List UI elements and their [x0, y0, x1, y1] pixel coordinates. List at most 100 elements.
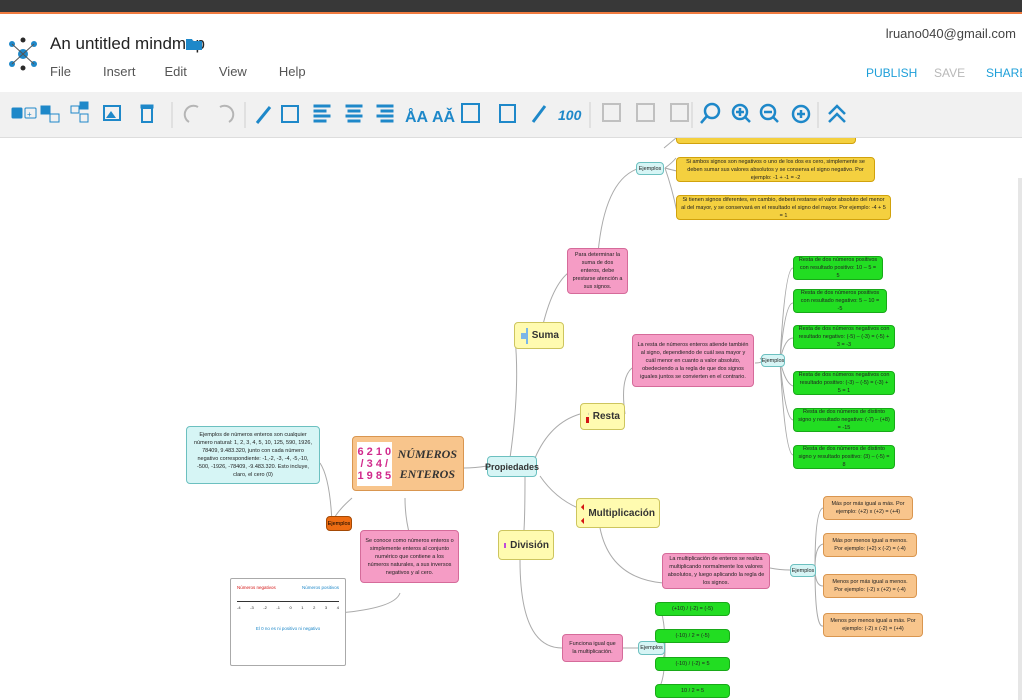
node-text: 10 / 2 = 5: [680, 688, 705, 694]
multi-ejemplos-node[interactable]: Ejemplos: [790, 564, 816, 577]
multi-example-3[interactable]: Menos por más igual a menos. Por ejemplo…: [823, 574, 917, 598]
minus-icon: [586, 412, 589, 423]
division-example-1[interactable]: (+10) / (-2) = (-5): [655, 602, 730, 616]
image-icon[interactable]: [461, 103, 480, 123]
suma-example-1[interactable]: Si ambos signos son negativos o uno de l…: [676, 157, 875, 182]
node-text: Si ambos signos son negativos o uno de l…: [686, 158, 865, 181]
node-text: Funciona igual que la multiplicación.: [569, 641, 616, 655]
suma-ejemplos-node[interactable]: Ejemplos: [636, 162, 664, 175]
collapse-icon[interactable]: [828, 104, 846, 123]
toolbar: + ÅA AǍ 100: [0, 92, 1022, 138]
share-button[interactable]: SHARE: [986, 66, 1022, 80]
node-label: Multiplicación: [588, 507, 655, 519]
align-center-icon[interactable]: [345, 104, 363, 123]
add-topic-icon[interactable]: +: [11, 107, 37, 119]
multi-desc-node[interactable]: La multiplicación de enteros se realiza …: [662, 553, 770, 589]
menu-file[interactable]: File: [50, 64, 71, 79]
add-relationship-icon[interactable]: [70, 101, 89, 123]
connector-icon[interactable]: [255, 106, 272, 124]
multiplicacion-node[interactable]: Multiplicación: [576, 498, 660, 528]
zoom-in-icon[interactable]: [731, 103, 751, 123]
numbers-image-icon: 6 2 1 0 / 3 4 / 1 9 8 5: [357, 441, 392, 486]
multi-example-4[interactable]: Menos por menos igual a más. Por ejemplo…: [823, 613, 923, 637]
number-line-labels: Números negativos Números positivos: [237, 585, 339, 591]
number-line-axis: [237, 601, 339, 602]
suma-node[interactable]: Suma: [514, 322, 564, 349]
resta-desc-node[interactable]: La resta de números enteros atiende tamb…: [632, 334, 754, 387]
font-decrease-icon[interactable]: AǍ: [432, 107, 456, 126]
menu-help[interactable]: Help: [279, 64, 306, 79]
node-text: Ejemplos de números enteros son cualquie…: [193, 432, 313, 478]
suma-desc-node[interactable]: Para determinar la suma de dos enteros, …: [567, 248, 628, 294]
menu-edit[interactable]: Edit: [164, 64, 186, 79]
document-title[interactable]: An untitled mindmap: [50, 34, 205, 54]
central-topic[interactable]: 6 2 1 0 / 3 4 / 1 9 8 5 NÚMEROS ENTEROS: [352, 436, 464, 491]
node-text: Si tienen signos diferentes, en cambio, …: [681, 196, 886, 219]
mindmap-canvas[interactable]: Ejemplos Si ambos signos son negativos o…: [0, 138, 1022, 700]
division-example-2[interactable]: (-10) / 2 = (-5): [655, 629, 730, 643]
suma-example-2[interactable]: Si tienen signos diferentes, en cambio, …: [676, 195, 891, 220]
central-topic-title: NÚMEROS ENTEROS: [397, 446, 457, 481]
undo-icon[interactable]: [183, 104, 199, 123]
resta-example-6[interactable]: Resta de dos números de distinto signo y…: [793, 445, 895, 469]
menu-view[interactable]: View: [219, 64, 247, 79]
checklist-icon-2[interactable]: [636, 103, 655, 122]
plus-icon: [521, 327, 528, 344]
calendar-icon[interactable]: [499, 104, 516, 123]
menu-insert[interactable]: Insert: [103, 64, 136, 79]
definition-node[interactable]: Se conoce como números enteros o simplem…: [360, 530, 459, 583]
node-text: Más por más igual a más. Por ejemplo: (+…: [831, 501, 905, 515]
app-logo-icon[interactable]: [6, 36, 40, 72]
left-examples-node[interactable]: Ejemplos de números enteros son cualquie…: [186, 426, 320, 484]
checklist-icon-3[interactable]: [670, 103, 689, 122]
division-desc-node[interactable]: Funciona igual que la multiplicación.: [562, 634, 623, 662]
resta-node[interactable]: Resta: [580, 403, 625, 430]
fit-icon[interactable]: [791, 104, 811, 124]
redo-icon[interactable]: [219, 104, 235, 123]
node-label: Ejemplos: [791, 567, 815, 574]
zoom-out-icon[interactable]: [759, 103, 779, 123]
folder-icon[interactable]: [186, 38, 202, 50]
propiedades-node[interactable]: Propiedades: [485, 456, 539, 477]
node-text: (+10) / (-2) = (-5): [672, 606, 713, 612]
save-button[interactable]: SAVE: [934, 66, 965, 80]
resta-ejemplos-node[interactable]: Ejemplos: [761, 354, 785, 367]
checklist-icon[interactable]: [602, 103, 621, 122]
division-example-4[interactable]: 10 / 2 = 5: [655, 684, 730, 698]
add-image-icon[interactable]: [103, 105, 121, 121]
note-icon[interactable]: 100: [558, 107, 582, 123]
resta-example-5[interactable]: Resta de dos números de distinto signo y…: [793, 408, 895, 432]
node-label: Ejemplos: [761, 357, 785, 364]
division-example-3[interactable]: (-10) / (-2) = 5: [655, 657, 730, 671]
vertical-scrollbar[interactable]: [1018, 178, 1022, 700]
resta-example-1[interactable]: Resta de dos números positivos con resul…: [793, 256, 883, 280]
tick-label: -2: [263, 605, 267, 610]
publish-button[interactable]: PUBLISH: [866, 66, 917, 80]
node-label: División: [510, 539, 549, 551]
resta-example-2[interactable]: Resta de dos números positivos con resul…: [793, 289, 887, 313]
multi-example-2[interactable]: Más por menos igual a menos. Por ejemplo…: [823, 533, 917, 557]
resta-example-4[interactable]: Resta de dos números negativos con resul…: [793, 371, 895, 395]
toolbar-icons: + ÅA AǍ 100: [11, 101, 846, 128]
align-left-icon[interactable]: [313, 104, 331, 123]
font-increase-icon[interactable]: ÅA: [405, 107, 429, 126]
multi-example-1[interactable]: Más por más igual a más. Por ejemplo: (+…: [823, 496, 913, 520]
add-subtopic-icon[interactable]: [40, 105, 60, 123]
suma-example-partial[interactable]: [676, 138, 856, 144]
user-email[interactable]: lruano040@gmail.com: [886, 26, 1016, 41]
number-line-note: El 0 no es ni positivo ni negativo: [255, 626, 321, 631]
division-ejemplos-node[interactable]: Ejemplos: [638, 641, 665, 655]
delete-icon[interactable]: [140, 104, 154, 123]
text-style-icon[interactable]: [281, 105, 299, 123]
division-node[interactable]: División: [498, 530, 554, 560]
align-right-icon[interactable]: [376, 104, 394, 123]
left-ejemplos-node[interactable]: Ejemplos: [326, 516, 352, 531]
number-line-image: Números negativos Números positivos -4 -…: [230, 578, 346, 666]
number-line-ticks: -4 -3 -2 -1 0 1 2 3 4: [237, 604, 339, 612]
node-text: Se conoce como números enteros o simplem…: [365, 537, 454, 576]
search-icon[interactable]: [700, 102, 721, 124]
node-text: Menos por más igual a menos. Por ejemplo…: [832, 579, 908, 593]
attachment-icon[interactable]: [531, 105, 547, 123]
resta-example-3[interactable]: Resta de dos números negativos con resul…: [793, 325, 895, 349]
node-text: Para determinar la suma de dos enteros, …: [572, 252, 623, 290]
